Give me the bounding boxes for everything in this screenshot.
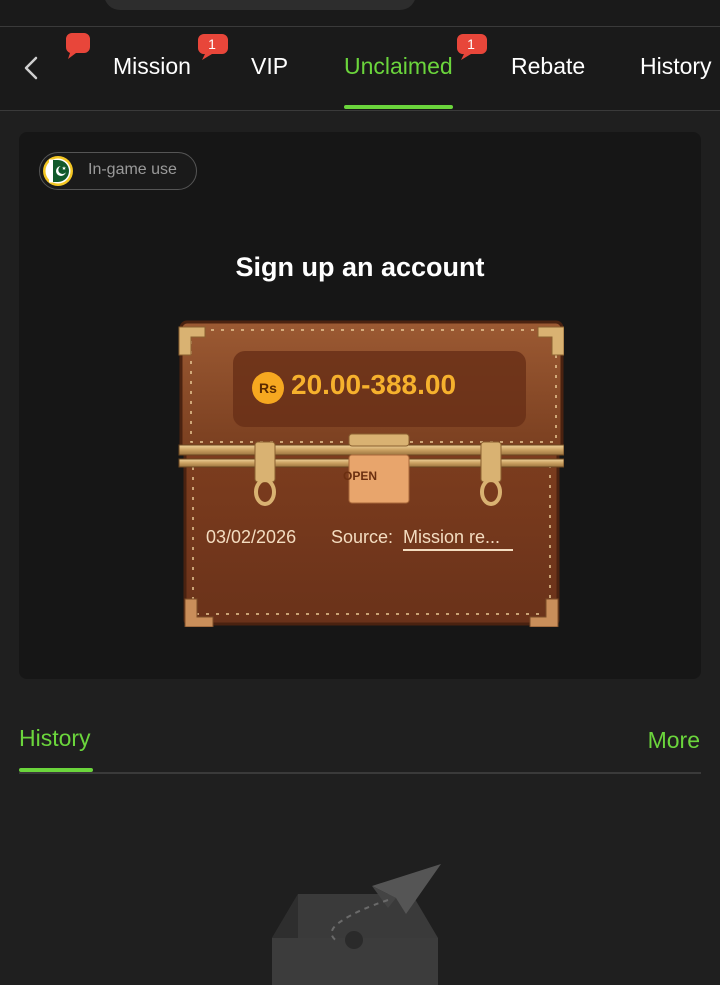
tab-mission[interactable]: Mission	[113, 53, 191, 80]
reward-title: Sign up an account	[235, 252, 485, 282]
reward-amount: 20.00-388.00	[291, 369, 457, 400]
tab-history[interactable]: History	[640, 53, 712, 80]
empty-box-paper-plane-icon	[272, 864, 441, 985]
more-link[interactable]: More	[648, 727, 700, 754]
tag-label: In-game use	[88, 161, 177, 178]
in-game-use-tag: In-game use	[39, 152, 197, 190]
tab-rebate[interactable]: Rebate	[511, 53, 585, 80]
tab-mission-badge: 1	[197, 33, 228, 63]
open-button[interactable]: OPEN	[330, 469, 390, 483]
top-search-pill[interactable]	[104, 0, 416, 10]
tab-vip[interactable]: VIP	[251, 53, 288, 80]
reward-date: 03/02/2026	[206, 527, 297, 547]
top-strip	[0, 0, 720, 27]
tab-unclaimed-badge: 1	[456, 33, 487, 63]
currency-icon: Rs	[252, 372, 284, 404]
history-tab-indicator	[19, 768, 93, 772]
chevron-left-icon[interactable]	[16, 53, 46, 83]
source-label: Source:	[331, 527, 394, 547]
history-section-tab[interactable]: History	[19, 725, 91, 752]
offscreen-tab-badge	[65, 33, 90, 59]
tab-mission-badge-count: 1	[208, 36, 216, 52]
tab-bar: Mission 1 VIP Unclaimed 1 Rebate History	[0, 27, 720, 111]
reward-card: In-game use Sign up an account Rs 20.00-…	[19, 132, 701, 679]
active-tab-indicator	[344, 105, 453, 109]
source-link[interactable]: Mission re...	[403, 527, 513, 551]
history-divider	[19, 772, 701, 774]
tab-unclaimed[interactable]: Unclaimed	[344, 53, 453, 80]
pakistan-flag-icon	[43, 156, 73, 186]
tab-unclaimed-badge-count: 1	[467, 36, 475, 52]
